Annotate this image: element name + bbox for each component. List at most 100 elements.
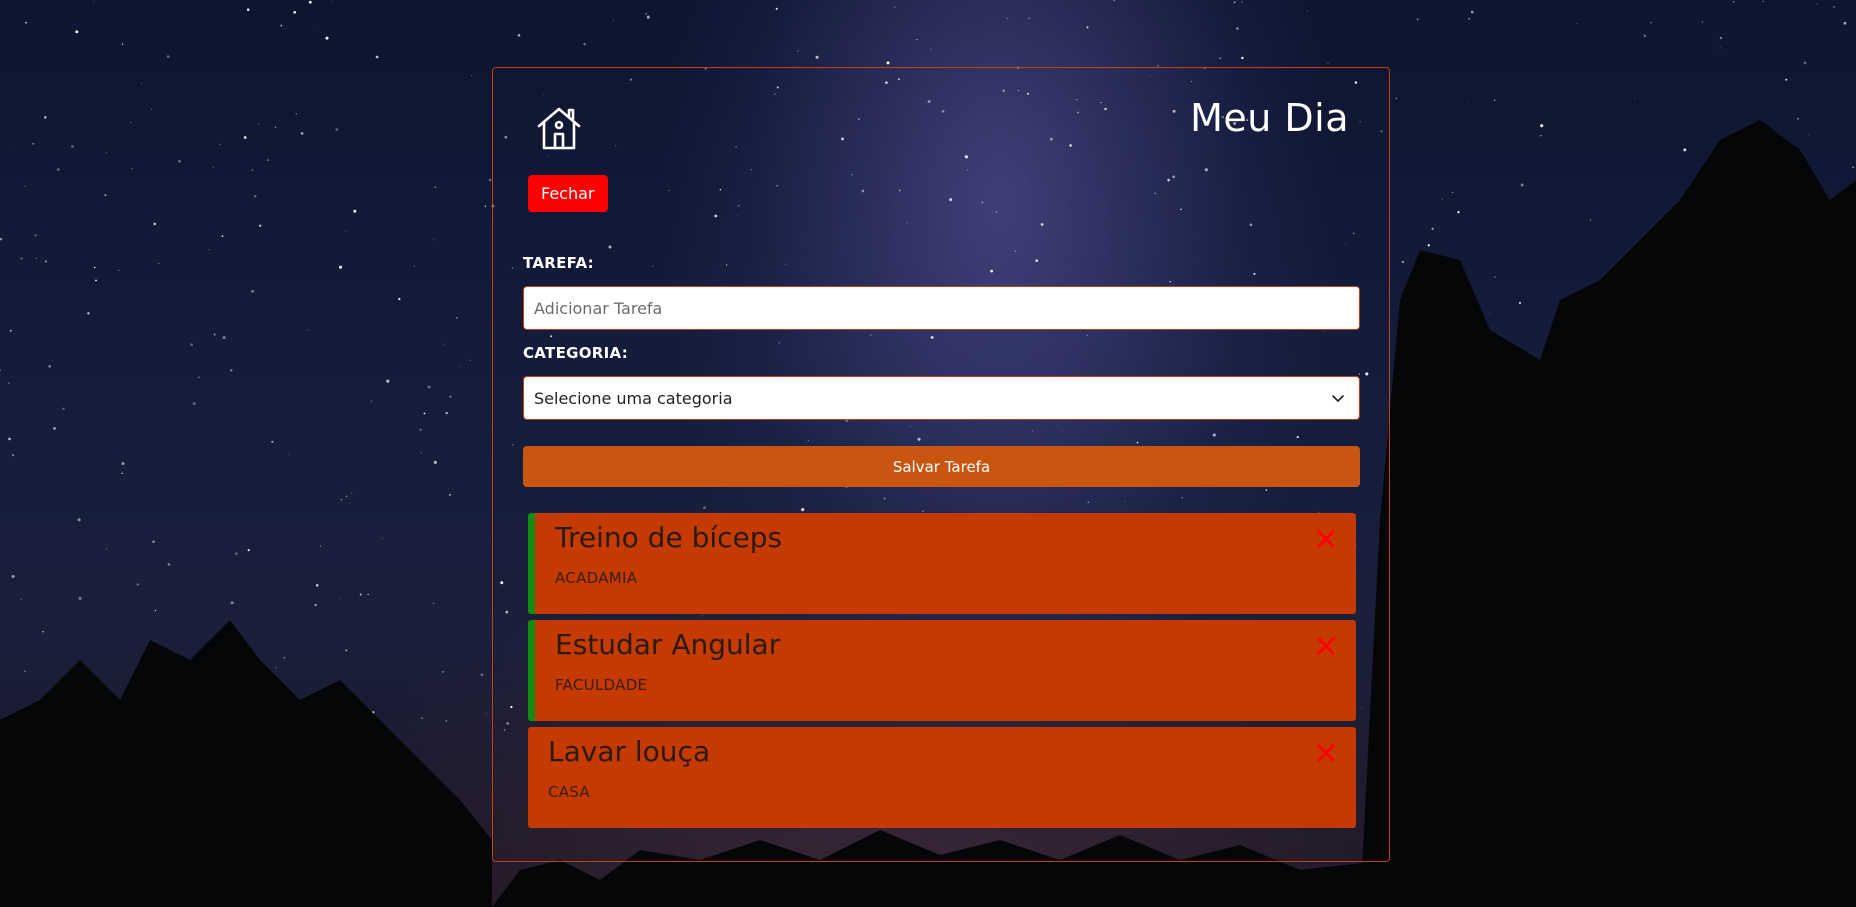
- star: [1763, 574, 1764, 576]
- star: [1796, 117, 1799, 120]
- star: [433, 239, 435, 241]
- close-button[interactable]: Fechar: [528, 175, 608, 212]
- star: [1840, 710, 1842, 713]
- star: [212, 166, 214, 168]
- star: [1540, 134, 1542, 137]
- star: [1525, 685, 1527, 687]
- star: [1549, 566, 1552, 570]
- star: [1113, 0, 1115, 2]
- star: [375, 55, 379, 59]
- star: [8, 382, 10, 384]
- star: [1536, 746, 1540, 750]
- star: [441, 670, 444, 673]
- star: [370, 400, 373, 402]
- star: [433, 460, 437, 464]
- star: [1799, 649, 1800, 650]
- home-icon[interactable]: [535, 104, 583, 152]
- star: [1510, 465, 1513, 468]
- star: [1241, 1, 1243, 3]
- star: [1086, 26, 1089, 29]
- star: [1541, 456, 1543, 457]
- task-label: TAREFA:: [523, 254, 594, 272]
- star: [1452, 192, 1454, 193]
- star: [176, 729, 179, 733]
- star: [1395, 97, 1397, 99]
- star: [420, 452, 422, 454]
- star: [1401, 260, 1405, 264]
- star: [0, 369, 2, 372]
- star: [457, 572, 459, 574]
- star: [1843, 21, 1847, 25]
- close-icon[interactable]: [1316, 636, 1336, 656]
- star: [1634, 461, 1636, 463]
- star: [1006, 18, 1008, 20]
- star: [158, 262, 160, 264]
- star: [470, 359, 472, 361]
- star: [190, 343, 193, 346]
- star: [348, 731, 351, 733]
- chevron-down-icon: [1332, 395, 1344, 402]
- star: [104, 194, 107, 197]
- star: [445, 411, 448, 415]
- star: [646, 15, 650, 19]
- star: [1757, 599, 1760, 603]
- star: [226, 693, 228, 696]
- star: [56, 168, 60, 172]
- star: [1762, 0, 1764, 3]
- star: [121, 462, 125, 465]
- star: [517, 34, 521, 37]
- task-list: Treino de bíceps ACADAMIA Estudar Angula…: [528, 513, 1356, 834]
- star: [1236, 27, 1239, 30]
- star: [1718, 652, 1722, 656]
- star: [1771, 246, 1774, 248]
- star: [1780, 390, 1782, 392]
- star: [1493, 99, 1496, 101]
- star: [459, 366, 461, 368]
- star: [151, 108, 153, 110]
- star: [11, 454, 15, 457]
- task-card: Estudar Angular FACULDADE: [528, 620, 1356, 721]
- task-card: Treino de bíceps ACADAMIA: [528, 513, 1356, 614]
- star: [1796, 678, 1798, 680]
- star: [1447, 526, 1449, 528]
- star: [280, 24, 283, 27]
- star: [44, 116, 47, 119]
- star: [1241, 56, 1244, 60]
- star: [1816, 487, 1819, 490]
- close-icon[interactable]: [1316, 529, 1336, 549]
- star: [1715, 305, 1718, 309]
- star: [0, 237, 3, 241]
- star: [271, 440, 274, 443]
- task-input[interactable]: [523, 286, 1360, 330]
- star: [449, 494, 451, 496]
- star: [1634, 97, 1636, 99]
- star: [1716, 495, 1720, 498]
- star: [1779, 642, 1781, 644]
- star: [93, 1, 95, 3]
- star: [312, 27, 314, 29]
- star: [930, 48, 932, 50]
- task-card: Lavar louça CASA: [528, 727, 1356, 828]
- star: [1618, 625, 1621, 627]
- close-icon[interactable]: [1316, 743, 1336, 763]
- star: [1681, 608, 1683, 609]
- star: [20, 598, 22, 600]
- star: [340, 499, 342, 501]
- star: [1518, 301, 1522, 304]
- star: [274, 126, 277, 128]
- star: [1494, 276, 1496, 278]
- star: [136, 583, 139, 586]
- star: [487, 539, 489, 541]
- star: [372, 711, 375, 714]
- star: [1560, 452, 1563, 454]
- star: [1820, 350, 1822, 352]
- star: [381, 537, 383, 540]
- star: [1416, 18, 1419, 21]
- save-task-button[interactable]: Salvar Tarefa: [523, 446, 1360, 487]
- category-select[interactable]: Selecione uma categoria: [523, 376, 1360, 420]
- star: [267, 159, 269, 162]
- star: [427, 385, 431, 389]
- star: [1468, 17, 1471, 20]
- star: [11, 574, 15, 579]
- star: [275, 667, 277, 669]
